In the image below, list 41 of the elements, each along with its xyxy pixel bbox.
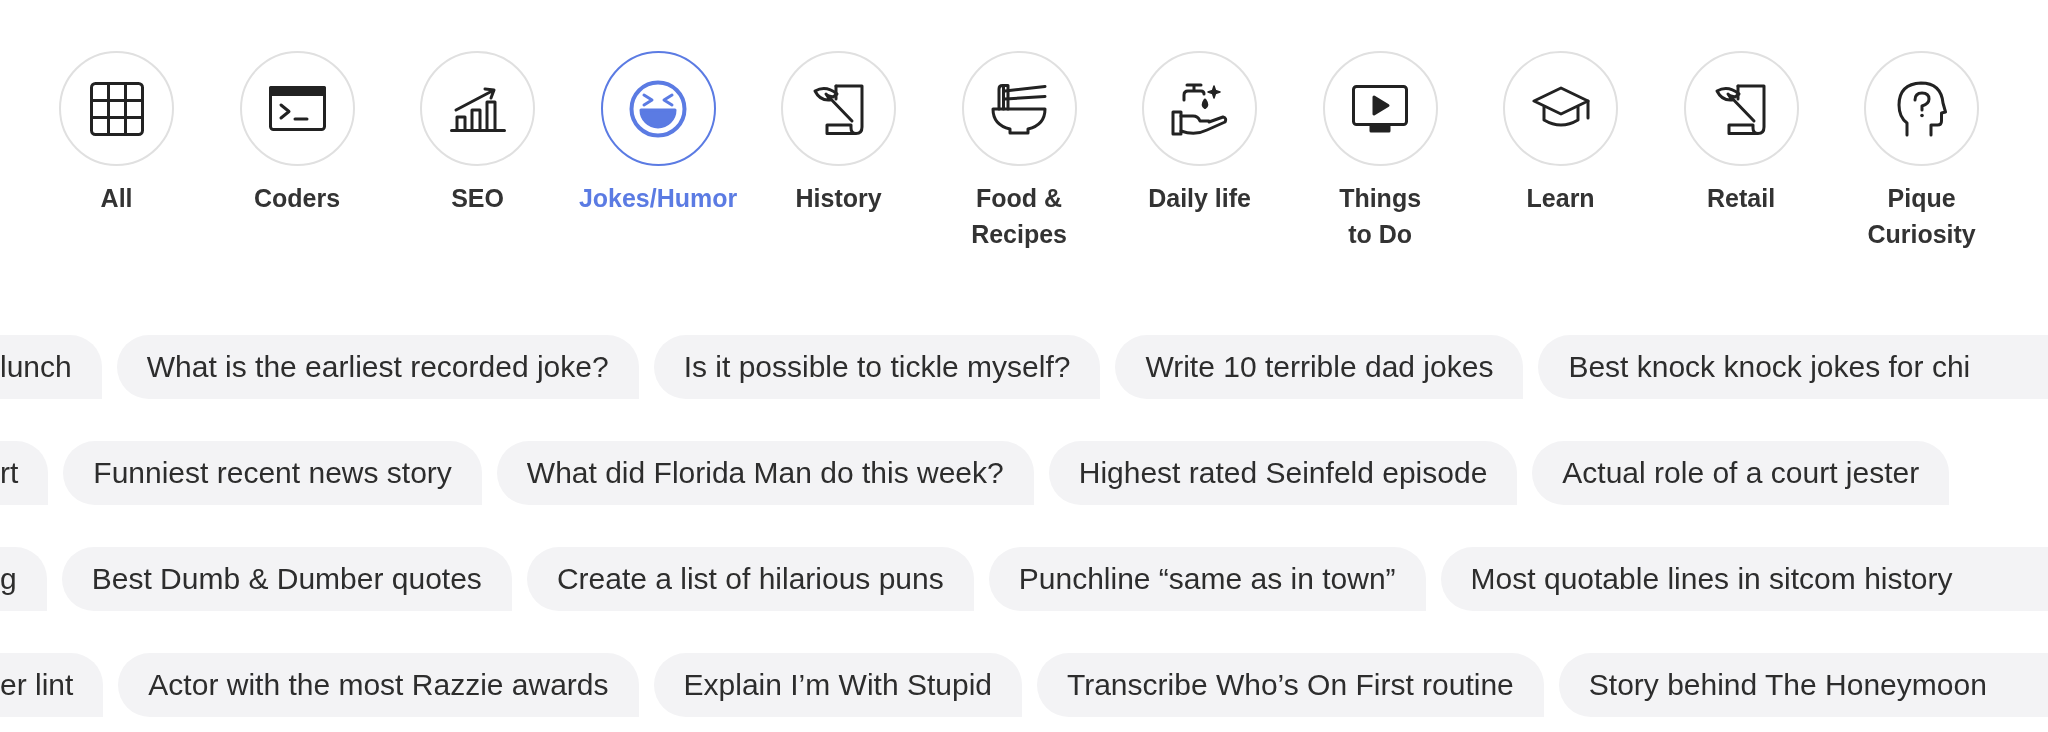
category-label[interactable]: Food & Recipes xyxy=(954,180,1085,252)
prompt-chip[interactable]: What is the earliest recorded joke? xyxy=(116,335,639,399)
category-label[interactable]: Pique Curiosity xyxy=(1856,180,1987,252)
prompt-chip[interactable]: Story behind The Honeymoon xyxy=(1558,653,2048,717)
prompt-chip[interactable]: Explain I’m With Stupid xyxy=(653,653,1022,717)
prompt-chip[interactable]: Transcribe Who’s On First routine xyxy=(1037,653,1544,717)
prompt-chip[interactable]: lunch xyxy=(0,335,102,399)
laughing-face-icon xyxy=(629,79,688,138)
grid-icon xyxy=(89,81,144,136)
prompt-chip[interactable]: Is it possible to tickle myself? xyxy=(653,335,1101,399)
prompt-chip[interactable]: What did Florida Man do this week? xyxy=(496,441,1034,505)
head-question-icon xyxy=(1896,80,1947,137)
prompt-chip[interactable]: Punchline “same as in town” xyxy=(988,547,1426,611)
category-label[interactable]: Daily life xyxy=(1148,180,1251,216)
prompt-chip[interactable]: Actual role of a court jester xyxy=(1532,441,1950,505)
prompt-chip[interactable]: Best Dumb & Dumber quotes xyxy=(61,547,512,611)
feather-paper-icon xyxy=(1714,82,1769,135)
prompt-chip[interactable]: Highest rated Seinfeld episode xyxy=(1048,441,1518,505)
category-label[interactable]: Things to Do xyxy=(1315,180,1446,252)
feather-paper-icon xyxy=(811,82,866,135)
category-label[interactable]: Retail xyxy=(1707,180,1776,216)
prompt-chip[interactable]: Write 10 terrible dad jokes xyxy=(1115,335,1524,399)
hand-faucet-icon xyxy=(1170,81,1229,136)
bowl-icon xyxy=(991,82,1048,135)
prompt-chip[interactable]: er lint xyxy=(0,653,104,717)
terminal-icon xyxy=(268,86,326,131)
prompt-chip[interactable]: Funniest recent news story xyxy=(63,441,482,505)
category-label[interactable]: Coders xyxy=(254,180,341,216)
prompt-chip[interactable]: Most quotable lines in sitcom history xyxy=(1440,547,2048,611)
prompt-chip[interactable]: g xyxy=(0,547,47,611)
prompt-chip[interactable]: Create a list of hilarious puns xyxy=(526,547,974,611)
bar-chart-icon xyxy=(449,85,506,132)
category-label[interactable]: All xyxy=(100,180,133,216)
prompt-chip[interactable]: Actor with the most Razzie awards xyxy=(118,653,639,717)
play-screen-icon xyxy=(1352,84,1409,133)
prompt-chip[interactable]: rt xyxy=(0,441,49,505)
category-label[interactable]: Jokes/Humor xyxy=(578,180,738,216)
category-label[interactable]: SEO xyxy=(451,180,504,216)
category-label[interactable]: Learn xyxy=(1526,180,1595,216)
category-label[interactable]: History xyxy=(795,180,882,216)
prompt-chip[interactable]: Best knock knock jokes for chi xyxy=(1538,335,2048,399)
